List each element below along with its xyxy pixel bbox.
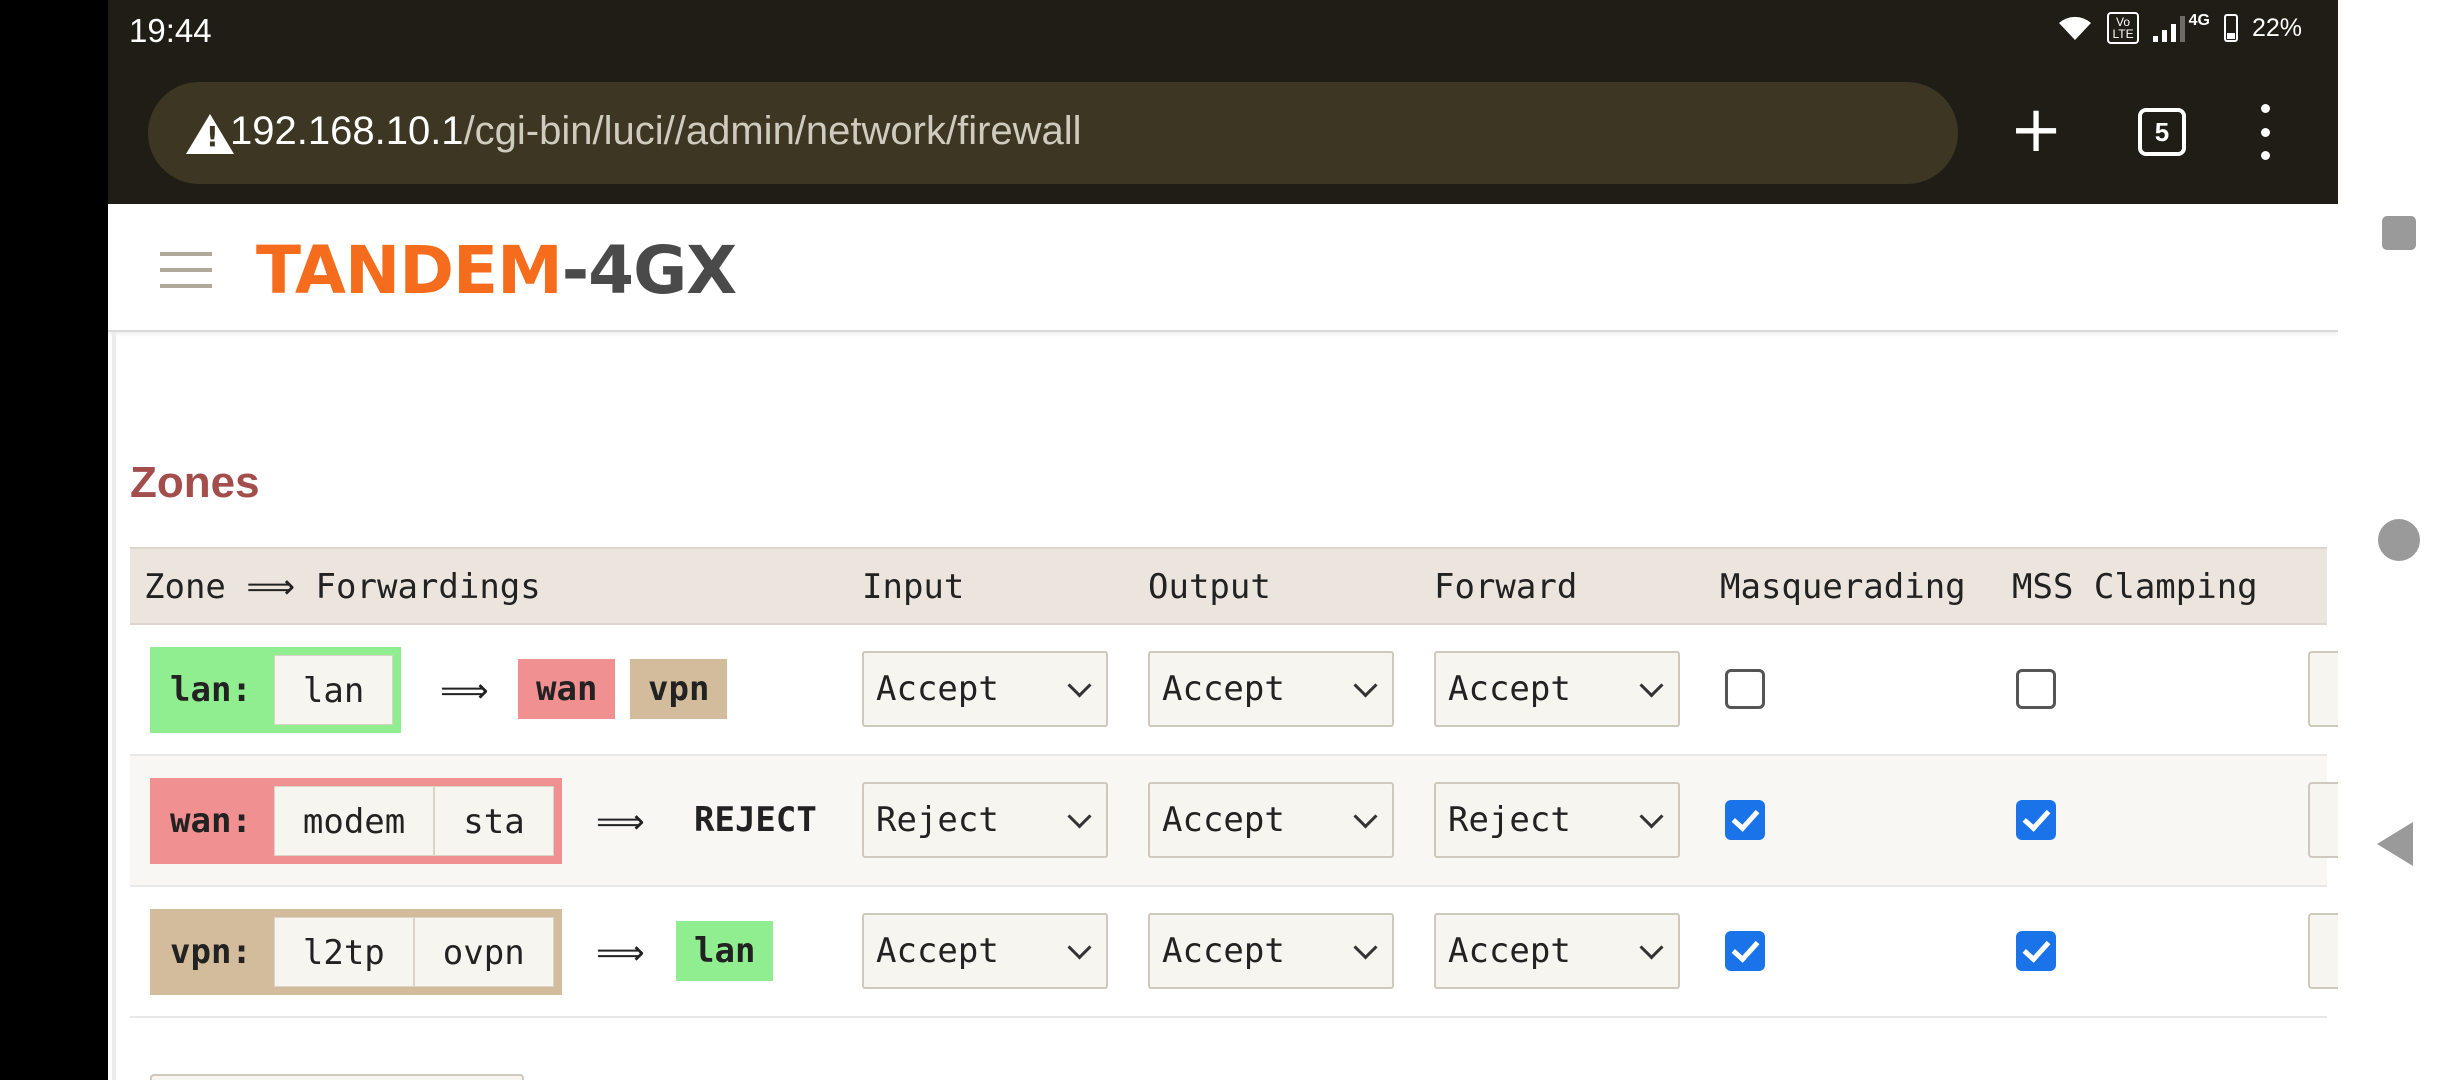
- phone-screen: 19:44 Vo LTE 4G 22% ! 192.168.10.1/cgi-bi…: [108, 0, 2338, 1080]
- url-path: /cgi-bin/luci//admin/network/firewall: [463, 109, 1082, 153]
- status-bar: 19:44 Vo LTE 4G 22%: [108, 0, 2338, 64]
- mss-clamping-checkbox[interactable]: [2016, 669, 2056, 709]
- chevron-down-icon: [1639, 804, 1664, 829]
- table-row: vpn: l2tp ovpn ⟹ lan Accept Accept Accep…: [130, 887, 2338, 1018]
- output-select[interactable]: Accept: [1148, 782, 1394, 858]
- masquerading-checkbox[interactable]: [1725, 669, 1765, 709]
- forward-arrow: ⟹: [596, 802, 645, 842]
- select-value: Accept: [1162, 800, 1285, 840]
- masquerading-checkbox[interactable]: [1725, 800, 1765, 840]
- th-input: Input: [862, 567, 965, 607]
- th-zone: Zone ⟹ Forwardings: [144, 567, 541, 607]
- chevron-down-icon: [1067, 673, 1092, 698]
- select-value: Accept: [876, 931, 999, 971]
- network-tag: lan: [273, 655, 394, 725]
- add-zone-button[interactable]: [150, 1074, 524, 1080]
- chevron-down-icon: [1639, 935, 1664, 960]
- output-select[interactable]: Accept: [1148, 651, 1394, 727]
- table-row: lan: lan ⟹ wan vpn Accept Accept Accept: [130, 625, 2338, 756]
- system-nav-bar: [2338, 0, 2460, 1080]
- site-header: TANDEM-4GX: [108, 204, 2338, 332]
- input-select[interactable]: Accept: [862, 913, 1108, 989]
- select-value: Accept: [1162, 669, 1285, 709]
- url-host: 192.168.10.1: [230, 109, 464, 153]
- kebab-menu-icon[interactable]: [2258, 104, 2272, 160]
- network-tag: l2tp: [273, 917, 414, 987]
- table-header: Zone ⟹ Forwardings Input Output Forward …: [130, 547, 2327, 625]
- plus-icon[interactable]: +: [2006, 98, 2066, 162]
- select-value: Reject: [876, 800, 999, 840]
- warning-icon[interactable]: !: [186, 114, 234, 154]
- select-value: Accept: [1448, 931, 1571, 971]
- forward-select[interactable]: Accept: [1434, 913, 1680, 989]
- left-black-bar: [0, 0, 108, 1080]
- input-select[interactable]: Reject: [862, 782, 1108, 858]
- select-value: Reject: [1448, 800, 1571, 840]
- edit-button[interactable]: [2308, 782, 2338, 858]
- th-forward: Forward: [1434, 567, 1578, 607]
- forward-reject-text: REJECT: [694, 800, 817, 840]
- zone-name: vpn:: [170, 932, 252, 972]
- chevron-down-icon: [1067, 935, 1092, 960]
- edit-button[interactable]: [2308, 913, 2338, 989]
- tab-switcher-icon[interactable]: 5: [2138, 108, 2186, 156]
- zone-badge-wan: wan: modem sta: [150, 778, 562, 864]
- logo-part2: -4GX: [561, 232, 737, 309]
- mss-clamping-checkbox[interactable]: [2016, 800, 2056, 840]
- zone-name: lan:: [170, 670, 252, 710]
- battery-percent: 22%: [2251, 13, 2302, 42]
- chevron-down-icon: [1639, 673, 1664, 698]
- select-value: Accept: [1162, 931, 1285, 971]
- address-bar[interactable]: ! 192.168.10.1/cgi-bin/luci//admin/netwo…: [148, 82, 1958, 184]
- status-icons: Vo LTE 4G 22%: [2057, 12, 2302, 44]
- masquerading-checkbox[interactable]: [1725, 931, 1765, 971]
- select-value: Accept: [876, 669, 999, 709]
- network-tag: ovpn: [413, 917, 554, 987]
- output-select[interactable]: Accept: [1148, 913, 1394, 989]
- forward-select[interactable]: Accept: [1434, 651, 1680, 727]
- th-mss-clamping: MSS Clamping: [2012, 567, 2258, 607]
- zone-badge-lan: lan: lan: [150, 647, 402, 733]
- network-tag: modem: [273, 786, 435, 856]
- network-type: 4G: [2188, 12, 2210, 29]
- forward-select[interactable]: Reject: [1434, 782, 1680, 858]
- volte-icon: Vo LTE: [2107, 12, 2139, 44]
- forward-badge-wan: wan: [518, 659, 616, 719]
- th-output: Output: [1148, 567, 1271, 607]
- zone-badge-vpn: vpn: l2tp ovpn: [150, 909, 562, 995]
- forward-arrow: ⟹: [440, 671, 489, 711]
- web-page: TANDEM-4GX Zones Zone ⟹ Forwardings Inpu…: [108, 204, 2338, 1080]
- battery-icon: [2223, 14, 2238, 42]
- wifi-icon: [2059, 16, 2092, 40]
- forward-arrow: ⟹: [596, 933, 645, 973]
- back-icon[interactable]: [2377, 822, 2413, 866]
- chevron-down-icon: [1067, 804, 1092, 829]
- chevron-down-icon: [1353, 935, 1378, 960]
- hamburger-icon[interactable]: [160, 252, 212, 288]
- mss-clamping-checkbox[interactable]: [2016, 931, 2056, 971]
- signal-icon: [2152, 14, 2185, 42]
- browser-toolbar: ! 192.168.10.1/cgi-bin/luci//admin/netwo…: [108, 64, 2338, 204]
- logo-part1: TANDEM: [256, 232, 563, 309]
- home-icon[interactable]: [2378, 519, 2420, 561]
- content-edge: [112, 332, 116, 1080]
- forward-badge-lan: lan: [676, 921, 774, 981]
- th-masquerading: Masquerading: [1720, 567, 1966, 607]
- forward-badge-vpn: vpn: [630, 659, 728, 719]
- select-value: Accept: [1448, 669, 1571, 709]
- zones-title: Zones: [130, 458, 260, 507]
- edit-button[interactable]: [2308, 651, 2338, 727]
- site-logo[interactable]: TANDEM-4GX: [256, 232, 737, 309]
- network-tag: sta: [434, 786, 554, 856]
- recents-icon[interactable]: [2382, 216, 2416, 250]
- chevron-down-icon: [1353, 804, 1378, 829]
- zone-name: wan:: [170, 801, 252, 841]
- table-row: wan: modem sta ⟹ REJECT Reject Accept Re…: [130, 756, 2338, 887]
- url-text[interactable]: 192.168.10.1/cgi-bin/luci//admin/network…: [230, 109, 1082, 154]
- chevron-down-icon: [1353, 673, 1378, 698]
- status-time: 19:44: [129, 12, 212, 49]
- input-select[interactable]: Accept: [862, 651, 1108, 727]
